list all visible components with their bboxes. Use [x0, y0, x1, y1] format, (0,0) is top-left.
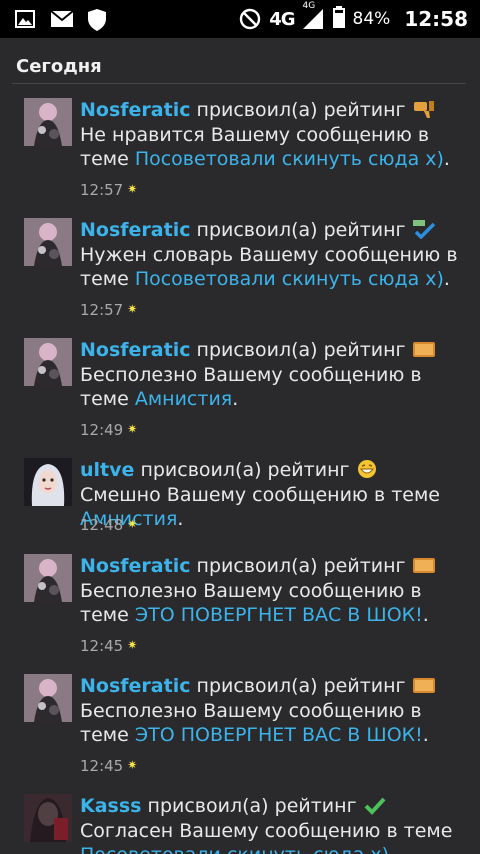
timestamp: 12:45 ✷ — [80, 637, 137, 655]
star-icon: ✷ — [127, 638, 138, 652]
timestamp: 12:48 ✷ — [80, 516, 137, 534]
rating-label: Бесполезно — [80, 699, 198, 722]
period: . — [422, 604, 429, 626]
time-text: 12:57 — [80, 181, 124, 199]
network-type: 4G — [269, 8, 295, 30]
check-icon — [363, 795, 387, 815]
avatar-ultve[interactable] — [24, 458, 72, 506]
abc-check-icon — [412, 219, 436, 240]
time-text: 12:45 — [80, 637, 124, 655]
section-title: Сегодня — [16, 56, 102, 77]
notification-text: Nosferatic присвоил(а) рейтинг Не нравит… — [80, 98, 460, 172]
period: . — [232, 388, 239, 410]
avatar-kasss[interactable] — [24, 794, 72, 842]
time-text: 12:57 — [80, 301, 124, 319]
shield-icon — [86, 8, 108, 31]
verb-text: присвоил(а) рейтинг — [196, 99, 406, 121]
signal-icon: 4G — [302, 1, 325, 29]
section-divider — [12, 83, 466, 84]
tail-text: Вашему сообщению в теме — [166, 483, 440, 506]
user-link[interactable]: Nosferatic — [80, 99, 190, 121]
timestamp: 12:45 ✷ — [80, 757, 137, 775]
notification-text: Nosferatic присвоил(а) рейтинг Бесполезн… — [80, 554, 460, 628]
do-not-disturb-icon — [239, 8, 261, 30]
verb-text: присвоил(а) рейтинг — [140, 459, 350, 481]
period: . — [389, 844, 395, 854]
rating-label: Согласен — [80, 819, 174, 842]
box-icon — [412, 555, 436, 575]
mail-icon — [50, 8, 74, 30]
status-bar: 4G 4G 84% 12:58 — [0, 0, 480, 38]
topic-link[interactable]: Посоветовали скинуть сюда х) — [135, 268, 444, 290]
user-link[interactable]: Nosferatic — [80, 555, 190, 577]
user-link[interactable]: Nosferatic — [80, 219, 190, 241]
time-text: 12:45 — [80, 757, 124, 775]
clock: 12:58 — [404, 7, 468, 31]
topic-link[interactable]: ЭТО ПОВЕРГНЕТ ВАС В ШОК! — [135, 604, 423, 626]
avatar-nosferatic[interactable] — [24, 554, 72, 602]
rating-label: Бесполезно — [80, 363, 198, 386]
notification-text: Nosferatic присвоил(а) рейтинг Бесполезн… — [80, 674, 460, 748]
verb-text: присвоил(а) рейтинг — [196, 339, 406, 361]
avatar-nosferatic[interactable] — [24, 218, 72, 266]
time-text: 12:48 — [80, 516, 124, 534]
box-icon — [412, 339, 436, 359]
verb-text: присвоил(а) рейтинг — [147, 795, 357, 817]
user-link[interactable]: Nosferatic — [80, 675, 190, 697]
rating-label: Смешно — [80, 483, 161, 506]
laughing-face-icon — [356, 459, 380, 479]
avatar-nosferatic[interactable] — [24, 338, 72, 386]
star-icon: ✷ — [127, 302, 138, 316]
time-text: 12:49 — [80, 421, 124, 439]
timestamp: 12:49 ✷ — [80, 421, 137, 439]
network-type-small: 4G — [302, 1, 316, 11]
avatar-nosferatic[interactable] — [24, 98, 72, 146]
star-icon: ✷ — [127, 758, 138, 772]
topic-link[interactable]: Посоветовали скинуть сюда х) — [80, 844, 389, 854]
battery-percent: 84% — [352, 9, 391, 29]
box-icon — [412, 675, 436, 695]
rating-label: Не нравится — [80, 123, 205, 146]
thumbs-down-icon — [412, 99, 436, 119]
user-link[interactable]: Kasss — [80, 795, 141, 817]
verb-text: присвоил(а) рейтинг — [196, 675, 406, 697]
notification-text: Kasss присвоил(а) рейтинг Согласен Вашем… — [80, 794, 460, 854]
verb-text: присвоил(а) рейтинг — [196, 219, 406, 241]
rating-label: Нужен словарь — [80, 243, 234, 266]
star-icon: ✷ — [127, 422, 138, 436]
tail-text: Вашему сообщению в теме — [179, 819, 453, 842]
topic-link[interactable]: ЭТО ПОВЕРГНЕТ ВАС В ШОК! — [135, 724, 423, 746]
verb-text: присвоил(а) рейтинг — [196, 555, 406, 577]
topic-link[interactable]: Посоветовали скинуть сюда х) — [135, 148, 444, 170]
period: . — [443, 268, 450, 290]
star-icon: ✷ — [127, 182, 138, 196]
timestamp: 12:57 ✷ — [80, 181, 137, 199]
notification-text: Nosferatic присвоил(а) рейтинг Нужен сло… — [80, 218, 460, 292]
notification-text: Nosferatic присвоил(а) рейтинг Бесполезн… — [80, 338, 460, 412]
period: . — [422, 724, 429, 746]
period: . — [177, 508, 184, 530]
timestamp: 12:57 ✷ — [80, 301, 137, 319]
gallery-icon — [14, 8, 36, 30]
period: . — [443, 148, 450, 170]
avatar-nosferatic[interactable] — [24, 674, 72, 722]
battery-icon — [332, 5, 345, 33]
user-link[interactable]: ultve — [80, 459, 134, 481]
topic-link[interactable]: Амнистия — [135, 388, 232, 410]
user-link[interactable]: Nosferatic — [80, 339, 190, 361]
rating-label: Бесполезно — [80, 579, 198, 602]
notifications-list[interactable]: Сегодня Nosferatic присвоил(а) рейтинг Н… — [0, 38, 480, 854]
star-icon: ✷ — [127, 517, 138, 531]
